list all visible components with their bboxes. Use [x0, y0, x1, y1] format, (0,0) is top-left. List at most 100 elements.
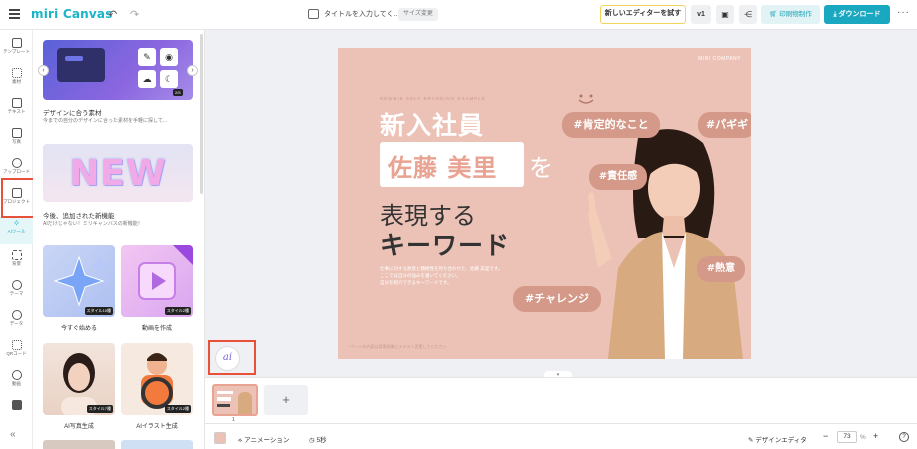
sidebar-item-label: テンプレート — [3, 49, 30, 54]
sidebar-item-photo[interactable]: 写真 — [0, 126, 33, 154]
sidebar-item-theme[interactable]: テーマ — [0, 278, 33, 306]
design-slide[interactable]: MIRI COMPANY NEWBIE SELF BRANDING EXAMPL… — [338, 48, 751, 359]
card-create-video[interactable]: スタイル2種 — [121, 245, 193, 317]
app-logo[interactable]: miri Canvas — [31, 7, 113, 21]
slide-footer[interactable]: * ページの内容は背景画像とテキスト変更してください — [348, 344, 446, 350]
card-label: 今すぐ始める — [60, 326, 97, 332]
download-button[interactable]: ⤓ ダウンロード — [824, 5, 890, 24]
zoom-out-button[interactable]: − — [823, 431, 828, 441]
hashtag[interactable]: #パギギ — [698, 112, 751, 138]
new-banner-text: NEW — [69, 153, 167, 194]
panel-scrollbar[interactable] — [200, 34, 203, 194]
body-line[interactable]: 仕事に対する熱意と積極性を持ち合わせた、佐藤 美里です。 — [380, 266, 502, 272]
card-partial[interactable] — [121, 440, 193, 449]
company-name[interactable]: MIRI COMPANY — [698, 56, 741, 62]
sidebar-item-data[interactable]: データ — [0, 308, 33, 336]
card-ai-illustration[interactable]: スタイル2種 — [121, 343, 193, 415]
section-description: 今までの自分のデザインに合った素材を手軽に探して... — [43, 118, 168, 124]
highlight-box-ai-button — [208, 340, 256, 375]
carousel-prev-icon[interactable]: ‹ — [38, 65, 49, 76]
sidebar-item-background[interactable]: 背景 — [0, 248, 33, 276]
redo-icon[interactable]: ↷ — [130, 8, 139, 21]
menu-icon[interactable] — [9, 9, 20, 19]
sidebar-item-qr[interactable]: QRコード — [0, 338, 33, 366]
design-editor-label: デザインエディタ — [755, 437, 807, 444]
video-icon — [11, 370, 22, 380]
text-icon — [11, 98, 22, 108]
zoom-input[interactable]: 73 — [837, 431, 857, 443]
person-name[interactable]: 佐藤 美里 — [388, 148, 497, 183]
sidebar-item-ai-tool[interactable]: ✧ AIツール — [0, 216, 33, 244]
sidebar-item-label: テキスト — [7, 109, 26, 114]
undo-icon[interactable]: ↶ — [108, 8, 117, 21]
try-new-editor-button[interactable]: 新しいエディターを試す — [600, 5, 686, 24]
sidebar-item-label: 背景 — [12, 261, 21, 266]
sidebar-item-book[interactable] — [0, 398, 33, 426]
card-label: AI写真生成 — [64, 424, 94, 430]
slide-subtitle[interactable]: NEWBIE SELF BRANDING EXAMPLE — [380, 96, 486, 101]
background-color-swatch[interactable] — [214, 432, 226, 444]
moon-icon: ☾ — [160, 70, 178, 88]
photo-icon — [11, 128, 22, 138]
theme-icon — [11, 280, 22, 290]
page-thumbnail[interactable] — [212, 384, 258, 416]
save-icon[interactable]: ▣ — [716, 5, 734, 24]
section-description: AIだけじゃない！ミリキャンバスの新機能！ — [43, 221, 143, 227]
hashtag[interactable]: #責任感 — [589, 164, 647, 190]
laptop-illustration — [57, 48, 105, 82]
sidebar-item-label: 動画 — [12, 381, 21, 386]
ai-tool-panel: ✎ ◉ ☁ ☾ 2/5 ‹ › デザインに合う素材 今までの自分のデザインに合っ… — [33, 30, 205, 449]
body-line[interactable]: 自分を紹介できるキーワードです。 — [380, 280, 451, 286]
card-partial[interactable] — [43, 440, 115, 449]
resize-button[interactable]: サイズ変更 — [398, 8, 438, 21]
particle-text[interactable]: を — [529, 148, 553, 183]
duration-button[interactable]: ◷ 5秒 — [309, 434, 327, 444]
collapse-icon[interactable]: « — [10, 429, 16, 440]
carousel-next-icon[interactable]: › — [187, 65, 198, 76]
smile-icon — [578, 94, 594, 104]
card-start-now[interactable]: スタイル10種 — [43, 245, 115, 317]
sidebar-item-video[interactable]: 動画 — [0, 368, 33, 396]
cart-icon: 🛒︎ — [769, 11, 780, 18]
hashtag[interactable]: #肯定的なこと — [562, 112, 660, 138]
sidebar-item-template[interactable]: テンプレート — [0, 36, 33, 64]
sidebar-item-text[interactable]: テキスト — [0, 96, 33, 124]
animation-button[interactable]: ⟡ アニメーション — [238, 434, 289, 445]
body-line[interactable]: ここでは自分の強みを書いてください。 — [380, 273, 461, 279]
sidebar-item-label: アップロード — [3, 169, 30, 174]
help-icon[interactable]: ? — [899, 432, 909, 442]
sidebar-item-label: テーマ — [9, 291, 24, 296]
zoom-in-button[interactable]: + — [873, 431, 878, 441]
pages-strip: 1 + — [205, 377, 917, 423]
hashtag[interactable]: #熱意 — [697, 256, 745, 282]
document-title[interactable]: タイトルを入力してく... — [324, 9, 399, 19]
material-banner[interactable]: ✎ ◉ ☁ ☾ 2/5 — [43, 40, 193, 100]
bottom-bar: ⟡ アニメーション ◷ 5秒 ✎ デザインエディタ − 73 % + ? — [205, 423, 917, 449]
carousel-counter: 2/5 — [173, 89, 183, 96]
data-icon — [11, 310, 22, 320]
upload-icon — [11, 158, 22, 168]
version-button[interactable]: v1 — [691, 5, 711, 24]
style-count-badge: スタイル2種 — [164, 405, 191, 413]
planet-icon: ◉ — [160, 48, 178, 66]
hashtag[interactable]: #チャレンジ — [513, 286, 601, 312]
share-icon[interactable]: ⋲ — [739, 5, 757, 24]
design-editor-button[interactable]: ✎ デザインエディタ — [748, 434, 807, 444]
download-label: ダウンロード — [838, 11, 881, 18]
sidebar-item-elements[interactable]: 素材 — [0, 66, 33, 94]
person-photo[interactable] — [568, 118, 751, 359]
card-label: AIイラスト生成 — [136, 424, 178, 430]
sidebar-item-label: 写真 — [12, 139, 21, 144]
slide-heading[interactable]: 新入社員 — [380, 106, 484, 142]
section-title: デザインに合う素材 — [43, 110, 102, 117]
sidebar-item-label: データ — [9, 321, 24, 326]
slide-heading[interactable]: キーワード — [380, 226, 510, 262]
card-ai-photo[interactable]: スタイル7種 — [43, 343, 115, 415]
sidebar-item-label: AIツール — [7, 229, 26, 234]
animation-label: アニメーション — [244, 437, 290, 444]
more-icon[interactable]: ··· — [897, 7, 910, 18]
print-button[interactable]: 🛒︎ 印刷物制作 — [761, 5, 820, 24]
add-page-button[interactable]: + — [264, 385, 308, 415]
style-count-badge: スタイル2種 — [164, 307, 191, 315]
new-features-banner[interactable]: NEW — [43, 144, 193, 202]
